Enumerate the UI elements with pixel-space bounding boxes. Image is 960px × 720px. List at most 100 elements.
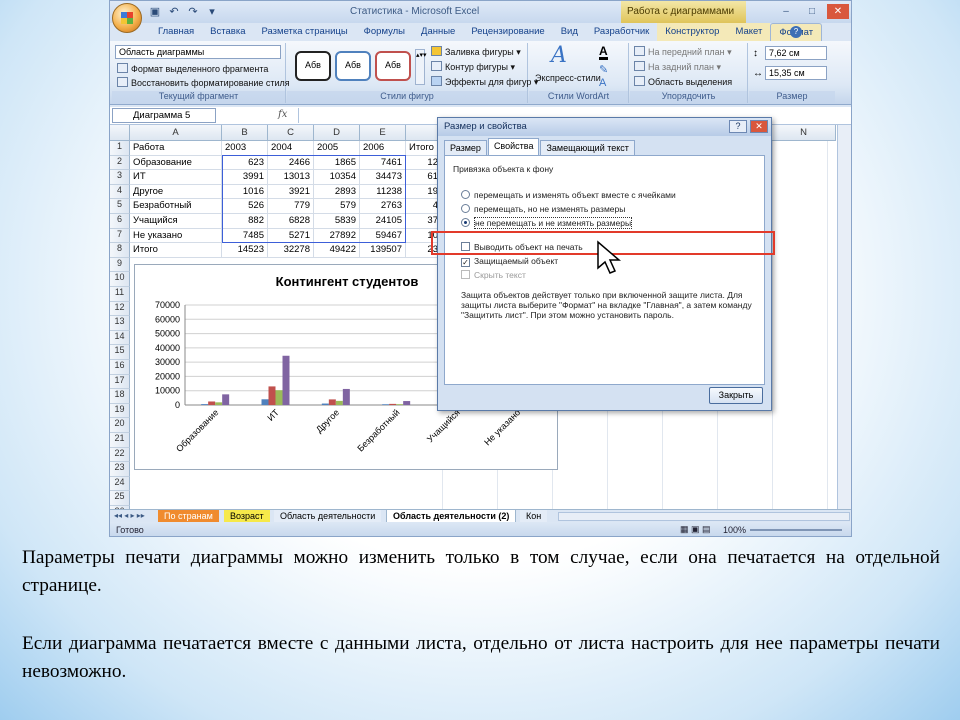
text-outline-icon[interactable]: ✎ xyxy=(599,63,608,76)
view-buttons[interactable]: ▦ ▣ ▤ xyxy=(680,524,711,535)
maximize-icon[interactable]: □ xyxy=(801,4,823,19)
vertical-scrollbar[interactable] xyxy=(837,125,851,509)
locked-checkbox[interactable]: ✓ Защищаемый объект xyxy=(461,256,558,267)
row-header[interactable]: 25 xyxy=(110,491,130,506)
tab-formulas[interactable]: Формулы xyxy=(356,23,413,41)
shape-style-3[interactable]: Абв xyxy=(375,51,411,81)
minimize-icon[interactable]: – xyxy=(775,4,797,19)
text-effects-icon[interactable]: A xyxy=(599,77,606,89)
selection-pane-button[interactable]: Область выделения xyxy=(634,76,732,87)
row-header[interactable]: 7 xyxy=(110,228,130,244)
tab-properties[interactable]: Свойства xyxy=(487,138,540,155)
shape-fill-button[interactable]: Заливка фигуры ▾ xyxy=(431,46,521,58)
zoom-level[interactable]: 100% xyxy=(723,525,746,535)
tab-page-layout[interactable]: Разметка страницы xyxy=(253,23,355,41)
tab-design[interactable]: Конструктор xyxy=(657,23,728,41)
row-header[interactable]: 18 xyxy=(110,389,130,404)
tab-layout[interactable]: Макет xyxy=(727,23,771,41)
radio-no-move[interactable]: не перемещать и не изменять размеры xyxy=(461,217,633,229)
close-icon[interactable]: ✕ xyxy=(827,4,849,19)
header-cell[interactable]: 2005 xyxy=(314,141,360,156)
column-header-c[interactable]: C xyxy=(268,125,314,141)
reset-style-button[interactable]: Восстановить форматирование стиля xyxy=(117,77,290,88)
column-header-a[interactable]: A xyxy=(130,125,222,141)
row-header[interactable]: 19 xyxy=(110,403,130,419)
shape-style-2[interactable]: Абв xyxy=(335,51,371,81)
save-icon[interactable]: ▣ xyxy=(148,5,162,19)
table-cell[interactable]: Другое xyxy=(130,184,222,200)
sheet-nav-icon[interactable]: ◂◂ ◂ ▸ ▸▸ xyxy=(114,511,145,520)
row-header[interactable]: 2 xyxy=(110,155,130,171)
tab-size[interactable]: Размер xyxy=(444,140,487,155)
undo-icon[interactable]: ↶ xyxy=(167,5,181,19)
table-cell[interactable]: 32278 xyxy=(268,243,314,258)
horizontal-scrollbar[interactable] xyxy=(558,512,850,521)
table-cell[interactable]: Не указано xyxy=(130,228,222,244)
row-header[interactable]: 20 xyxy=(110,418,130,433)
header-cell[interactable]: Работа xyxy=(130,141,222,156)
zoom-slider[interactable] xyxy=(750,529,842,531)
header-cell[interactable]: 2003 xyxy=(222,141,268,156)
row-header[interactable]: 16 xyxy=(110,360,130,375)
format-selection-button[interactable]: Формат выделенного фрагмента xyxy=(117,63,268,74)
bring-front-button[interactable]: На передний план ▾ xyxy=(634,46,732,58)
row-header[interactable]: 3 xyxy=(110,170,130,185)
table-cell[interactable]: 49422 xyxy=(314,243,360,258)
dialog-close-button[interactable]: Закрыть xyxy=(709,387,763,404)
tab-alt-text[interactable]: Замещающий текст xyxy=(540,140,635,155)
row-header[interactable]: 22 xyxy=(110,447,130,463)
row-header[interactable]: 21 xyxy=(110,433,130,448)
column-header-e[interactable]: E xyxy=(360,125,406,141)
row-header[interactable]: 23 xyxy=(110,462,130,477)
header-cell[interactable]: 2004 xyxy=(268,141,314,156)
tab-developer[interactable]: Разработчик xyxy=(586,23,657,41)
row-header[interactable]: 14 xyxy=(110,330,130,346)
tab-view[interactable]: Вид xyxy=(553,23,586,41)
width-input[interactable]: 15,35 см xyxy=(765,66,827,80)
dialog-help-icon[interactable]: ? xyxy=(729,120,747,133)
table-cell[interactable]: 14523 xyxy=(222,243,268,258)
shape-outline-button[interactable]: Контур фигуры ▾ xyxy=(431,61,515,73)
office-button[interactable] xyxy=(112,3,142,33)
table-cell[interactable]: ИТ xyxy=(130,170,222,185)
radio-move-only[interactable]: перемещать, но не изменять размеры xyxy=(461,204,625,214)
lock-text-checkbox[interactable]: Скрыть текст xyxy=(461,270,526,280)
column-header-b[interactable]: B xyxy=(222,125,268,141)
text-fill-icon[interactable]: A xyxy=(599,45,608,60)
row-header[interactable]: 24 xyxy=(110,476,130,492)
header-cell[interactable]: 2006 xyxy=(360,141,406,156)
styles-more-icon[interactable]: ▴▾▾ xyxy=(415,49,427,85)
chart-element-select[interactable]: Область диаграммы xyxy=(115,45,281,59)
select-all-corner[interactable] xyxy=(110,125,130,141)
row-header[interactable]: 11 xyxy=(110,287,130,302)
radio-move-size[interactable]: перемещать и изменять объект вместе с яч… xyxy=(461,190,676,200)
row-header[interactable]: 10 xyxy=(110,272,130,287)
height-input[interactable]: 7,62 см xyxy=(765,46,827,60)
send-back-button[interactable]: На задний план ▾ xyxy=(634,61,721,73)
customize-icon[interactable]: ▾ xyxy=(205,5,219,19)
table-cell[interactable]: Учащийся xyxy=(130,214,222,229)
row-header[interactable]: 13 xyxy=(110,316,130,331)
dialog-close-icon[interactable]: ✕ xyxy=(750,120,768,133)
wordart-a-icon[interactable]: A xyxy=(551,43,567,68)
express-styles-button[interactable]: Экспресс-стили xyxy=(535,73,601,83)
column-header-d[interactable]: D xyxy=(314,125,360,141)
help-icon[interactable]: ? xyxy=(790,26,802,38)
tab-data[interactable]: Данные xyxy=(413,23,463,41)
row-header[interactable]: 6 xyxy=(110,214,130,229)
shape-style-1[interactable]: Абв xyxy=(295,51,331,81)
row-header[interactable]: 9 xyxy=(110,257,130,273)
fx-icon[interactable]: fx xyxy=(278,109,287,120)
table-cell[interactable]: 139507 xyxy=(360,243,406,258)
column-header-n[interactable]: N xyxy=(772,125,836,141)
shape-effects-button[interactable]: Эффекты для фигур ▾ xyxy=(431,76,538,88)
redo-icon[interactable]: ↷ xyxy=(186,5,200,19)
table-cell[interactable]: Образование xyxy=(130,155,222,171)
row-header[interactable]: 1 xyxy=(110,141,130,156)
row-header[interactable]: 17 xyxy=(110,374,130,390)
table-cell[interactable]: Безработный xyxy=(130,199,222,214)
row-header[interactable]: 5 xyxy=(110,199,130,214)
name-box[interactable]: Диаграмма 5 xyxy=(112,108,216,123)
row-header[interactable]: 4 xyxy=(110,184,130,200)
tab-insert[interactable]: Вставка xyxy=(202,23,253,41)
